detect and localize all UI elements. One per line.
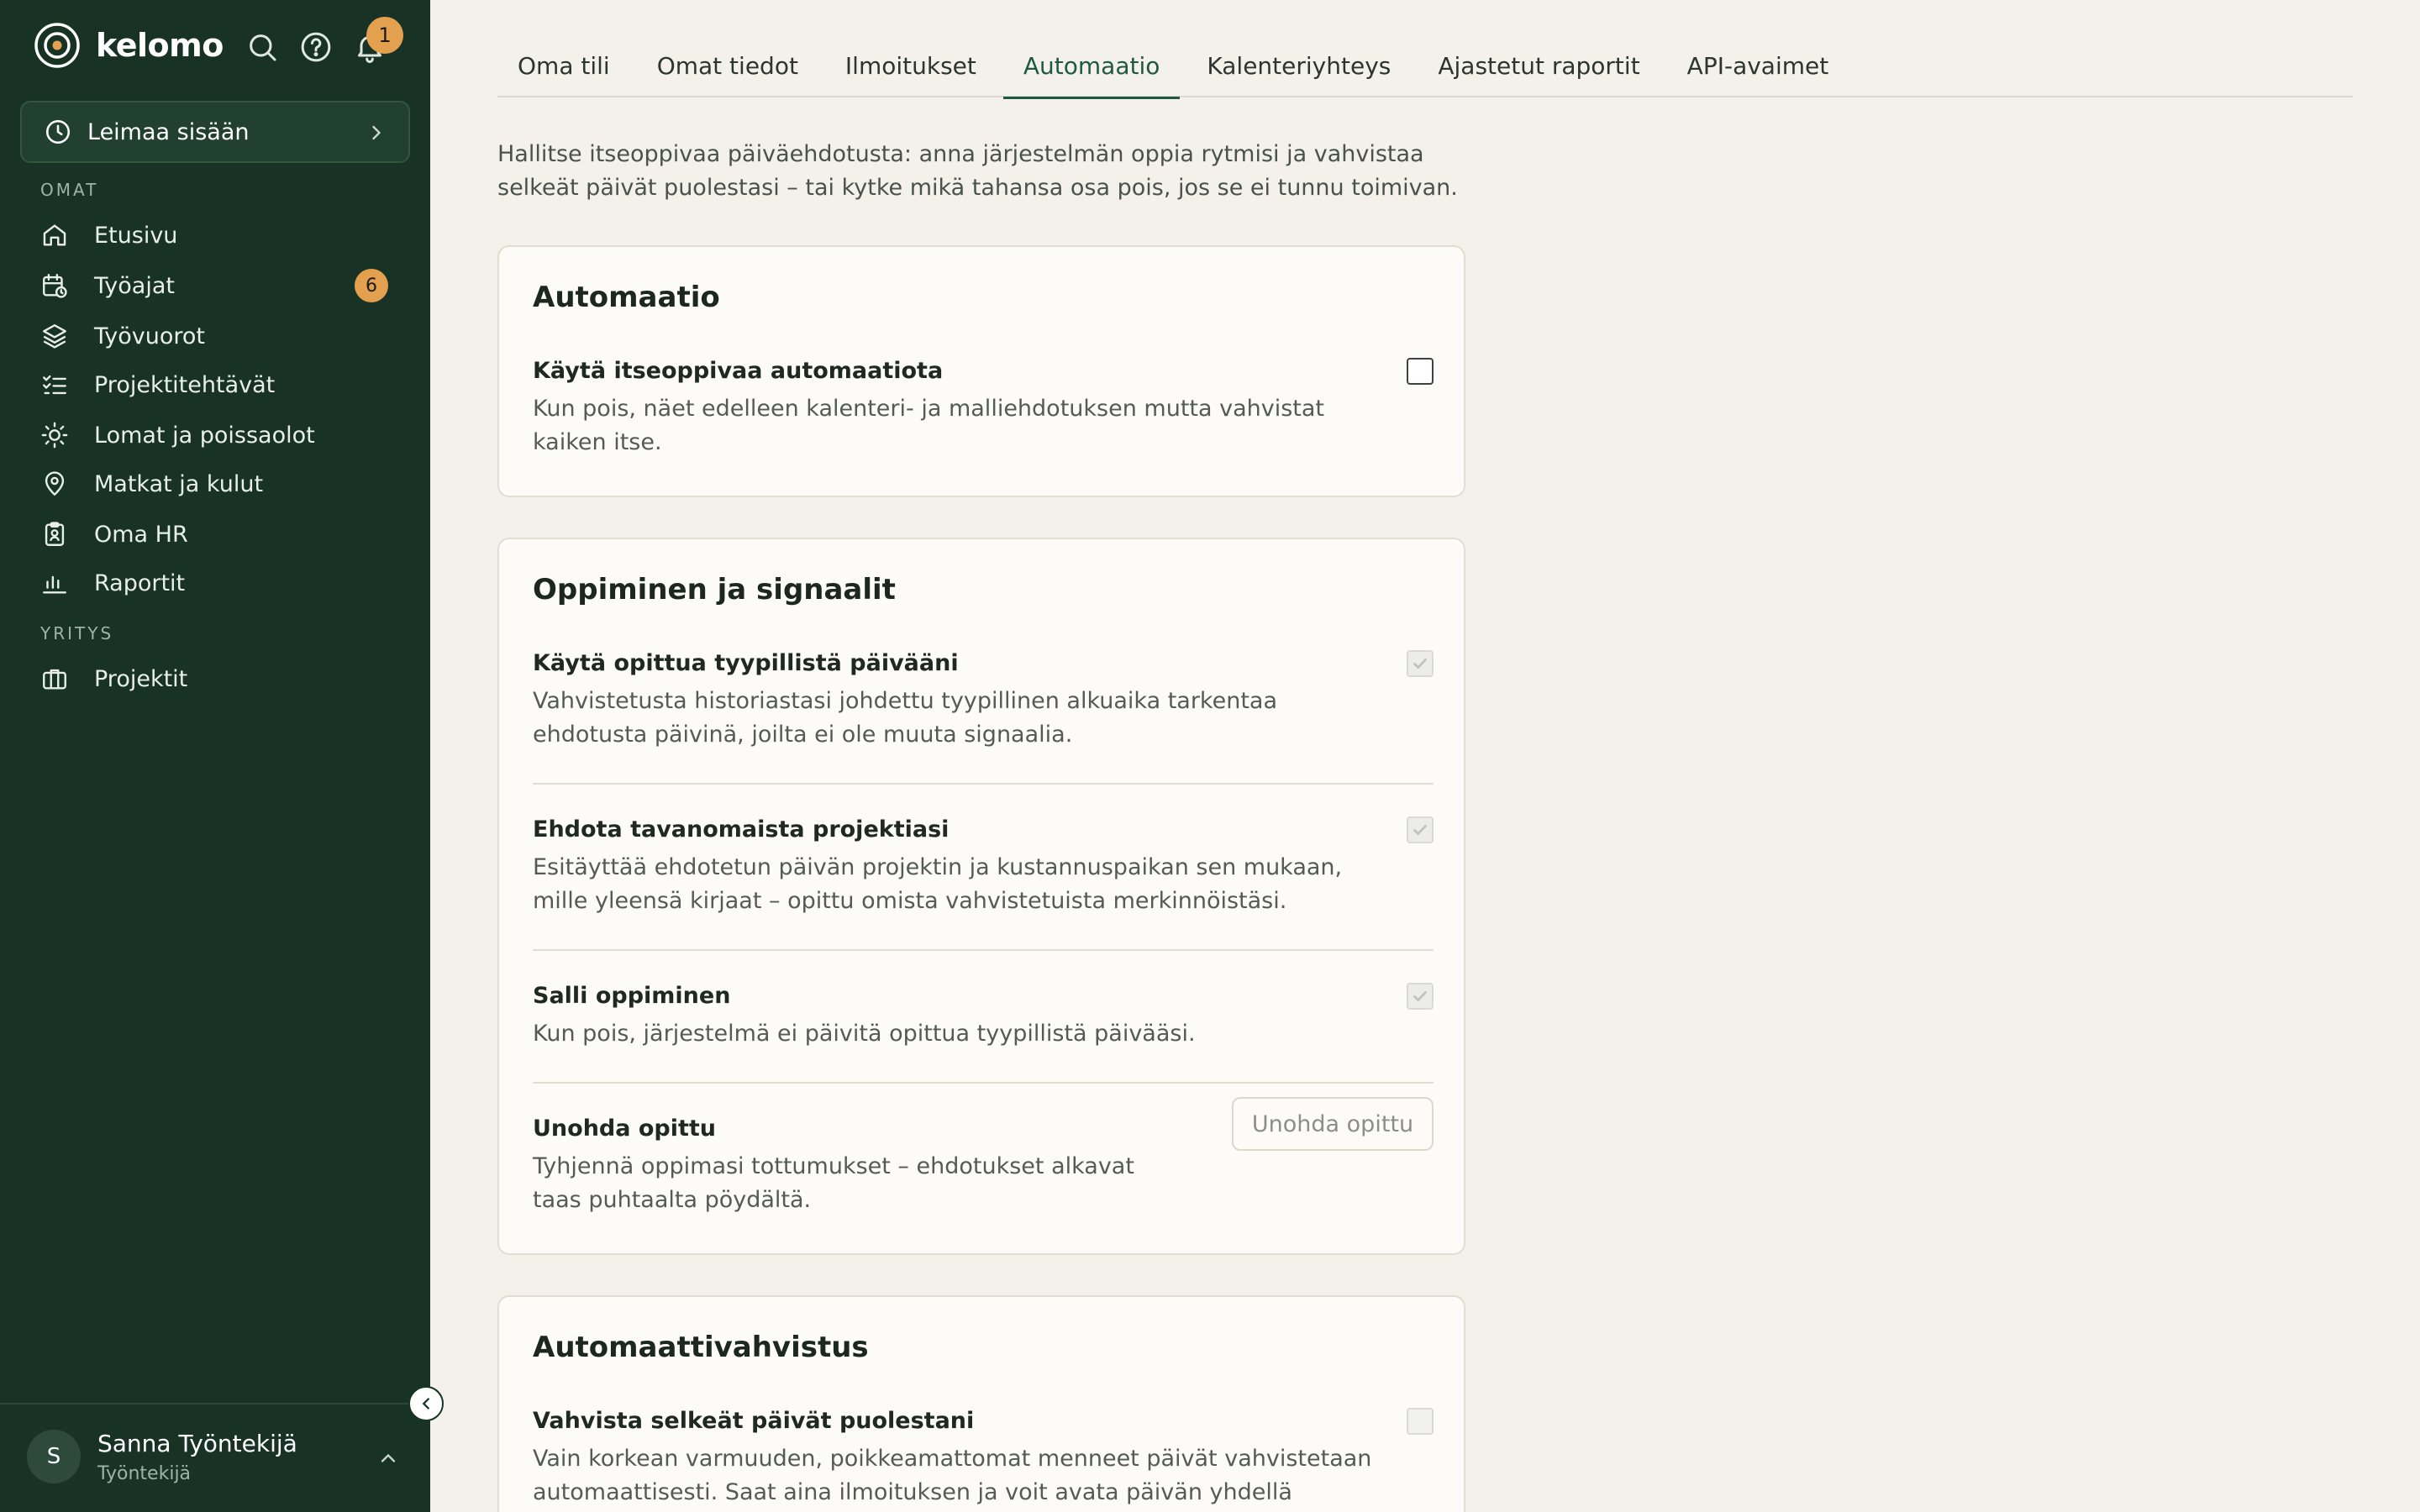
setting-auto-confirm-days: Vahvista selkeät päivät puolestani Vain … <box>533 1408 1434 1509</box>
brand-name: kelomo <box>96 27 224 64</box>
setting-allow-learning: Salli oppiminen Kun pois, järjestelmä ei… <box>533 983 1434 1051</box>
sidebar-item-projektit[interactable]: Projektit <box>24 655 407 702</box>
tab-ajastetut-raportit[interactable]: Ajastetut raportit <box>1418 34 1660 97</box>
layers-icon <box>43 324 66 349</box>
sidebar-item-tyoajat[interactable]: Työajat 6 <box>24 262 407 309</box>
setting-usual-project: Ehdota tavanomaista projektiasi Esitäytt… <box>533 816 1434 918</box>
setting-title: Salli oppiminen <box>533 983 731 1009</box>
setting-self-learning-automation: Käytä itseoppivaa automaatiota Kun pois,… <box>533 358 1434 459</box>
chevron-right-icon <box>372 125 381 140</box>
setting-description: Vain korkean varmuuden, poikkeamattomat … <box>533 1446 1372 1505</box>
self-learning-automation-checkbox[interactable] <box>1407 358 1434 385</box>
clock-in-label: Leimaa sisään <box>87 118 250 145</box>
clock-in-button[interactable]: Leimaa sisään <box>20 101 410 163</box>
auto-confirm-checkbox[interactable] <box>1407 1408 1434 1435</box>
bar-chart-icon <box>43 575 66 594</box>
user-name[interactable]: Sanna Työntekijä <box>97 1430 297 1457</box>
typical-day-checkbox[interactable] <box>1407 650 1434 677</box>
tab-omat-tiedot[interactable]: Omat tiedot <box>637 34 818 97</box>
setting-description: Kun pois, näet edelleen kalenteri- ja ma… <box>533 396 1325 455</box>
clock-icon <box>45 119 71 144</box>
usual-project-checkbox[interactable] <box>1407 816 1434 843</box>
sidebar: kelomo 1 Leimaa sisään OMAT Etusivu Työa… <box>0 0 430 1512</box>
check-icon <box>1413 825 1427 835</box>
checklist-icon <box>43 375 66 395</box>
briefcase-icon <box>43 669 66 690</box>
collapse-sidebar-button[interactable] <box>408 1386 444 1421</box>
brand[interactable]: kelomo <box>34 18 224 72</box>
map-pin-icon <box>45 471 65 496</box>
avatar[interactable]: S <box>27 1430 81 1483</box>
auto-confirm-card: Automaattivahvistus Vahvista selkeät päi… <box>497 1295 1465 1512</box>
check-icon <box>1413 991 1427 1001</box>
row-divider <box>533 783 1434 785</box>
sun-icon <box>41 422 68 449</box>
chevron-up-icon[interactable] <box>376 1446 400 1470</box>
sidebar-divider <box>0 1403 430 1404</box>
page-intro: Hallitse itseoppivaa päiväehdotusta: ann… <box>497 141 1458 201</box>
setting-title: Käytä itseoppivaa automaatiota <box>533 358 944 384</box>
setting-title: Ehdota tavanomaista projektiasi <box>533 816 950 843</box>
tab-api-avaimet[interactable]: API-avaimet <box>1667 34 1849 97</box>
setting-forget-learned: Unohda opittu Tyhjennä oppimasi tottumuk… <box>533 1097 1434 1217</box>
sidebar-item-label: Oma HR <box>94 521 188 548</box>
row-divider <box>533 949 1434 951</box>
allow-learning-checkbox[interactable] <box>1407 983 1434 1010</box>
count-badge: 6 <box>355 269 388 302</box>
card-title: Automaatio <box>533 281 720 314</box>
setting-description: Vahvistetusta historiastasi johdettu tyy… <box>533 688 1278 748</box>
tab-kalenteriyhteys[interactable]: Kalenteriyhteys <box>1186 34 1411 97</box>
notification-badge: 1 <box>366 17 403 54</box>
card-title: Automaattivahvistus <box>533 1331 869 1364</box>
automation-card: Automaatio Käytä itseoppivaa automaatiot… <box>497 245 1465 497</box>
row-divider <box>533 1082 1434 1084</box>
chevron-left-icon <box>422 1398 429 1410</box>
section-label-company: YRITYS <box>40 623 114 643</box>
sidebar-item-lomat[interactable]: Lomat ja poissaolot <box>24 412 407 459</box>
sidebar-item-matkat[interactable]: Matkat ja kulut <box>24 460 407 507</box>
sidebar-item-oma-hr[interactable]: Oma HR <box>24 511 407 558</box>
sidebar-item-label: Raportit <box>94 570 186 596</box>
sidebar-item-label: Projektit <box>94 665 188 692</box>
search-icon[interactable] <box>245 30 279 64</box>
sidebar-item-label: Projektitehtävät <box>94 371 276 398</box>
learning-signals-card: Oppiminen ja signaalit Käytä opittua tyy… <box>497 538 1465 1255</box>
setting-title: Käytä opittua tyypillistä päivääni <box>533 650 959 676</box>
forget-learned-button[interactable]: Unohda opittu <box>1232 1097 1434 1151</box>
setting-description: Esitäyttää ehdotetun päivän projektin ja… <box>533 854 1343 914</box>
setting-description: Kun pois, järjestelmä ei päivitä opittua… <box>533 1021 1196 1047</box>
user-role: Työntekijä <box>97 1463 192 1484</box>
tab-ilmoitukset[interactable]: Ilmoitukset <box>825 34 997 97</box>
help-icon[interactable] <box>299 30 333 64</box>
sidebar-item-label: Lomat ja poissaolot <box>94 422 315 449</box>
sidebar-item-label: Etusivu <box>94 222 178 249</box>
kelomo-logo-icon <box>34 23 80 68</box>
check-icon <box>1413 659 1427 669</box>
setting-title: Vahvista selkeät päivät puolestani <box>533 1408 975 1434</box>
setting-typical-day: Käytä opittua tyypillistä päivääni Vahvi… <box>533 650 1434 752</box>
sidebar-item-tyovuorot[interactable]: Työvuorot <box>24 312 407 360</box>
setting-description: Tyhjennä oppimasi tottumukset – ehdotuks… <box>533 1153 1134 1213</box>
sidebar-item-projektitehtavat[interactable]: Projektitehtävät <box>24 361 407 408</box>
tab-automaatio[interactable]: Automaatio <box>1002 34 1181 99</box>
tab-oma-tili[interactable]: Oma tili <box>497 34 630 97</box>
sidebar-item-label: Työvuorot <box>94 323 206 349</box>
settings-tabs: Oma tili Omat tiedot Ilmoitukset Automaa… <box>497 34 2353 99</box>
section-label-own: OMAT <box>40 180 99 200</box>
sidebar-item-label: Työajat <box>94 272 175 299</box>
card-title: Oppiminen ja signaalit <box>533 573 896 606</box>
clipboard-user-icon <box>45 522 65 546</box>
calendar-clock-icon <box>43 274 67 298</box>
sidebar-item-label: Matkat ja kulut <box>94 470 264 497</box>
sidebar-item-raportit[interactable]: Raportit <box>24 559 407 606</box>
home-icon <box>43 224 66 246</box>
sidebar-item-etusivu[interactable]: Etusivu <box>24 212 407 259</box>
